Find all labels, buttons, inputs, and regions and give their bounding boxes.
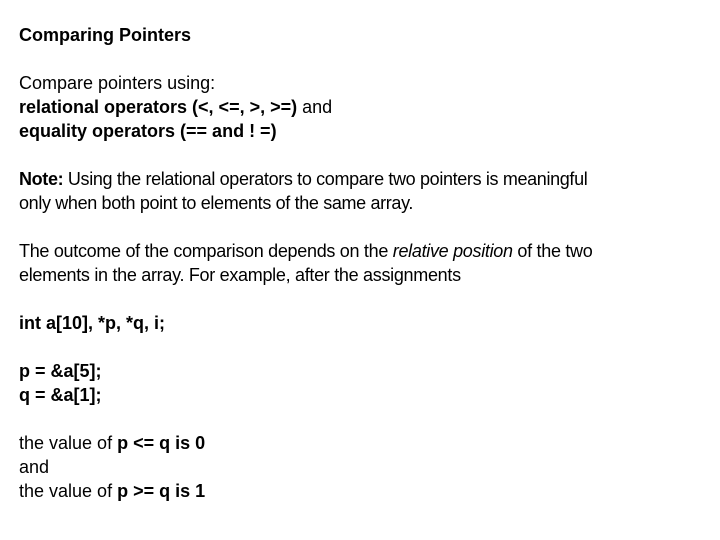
- note-label: Note:: [19, 169, 64, 189]
- note-block: Note: Using the relational operators to …: [19, 167, 709, 215]
- result-line-1: the value of p <= q is 0: [19, 431, 709, 455]
- code-assign-q: q = &a[1];: [19, 385, 102, 405]
- code-declaration-block: int a[10], *p, *q, i;: [19, 311, 709, 335]
- result-line-2: the value of p >= q is 1: [19, 479, 709, 503]
- relational-operators-line: relational operators (<, <=, >, >=) and: [19, 95, 709, 119]
- outcome-line-2: elements in the array. For example, afte…: [19, 265, 461, 285]
- note-text-1: Using the relational operators to compar…: [63, 169, 588, 189]
- slide-content: Comparing Pointers Compare pointers usin…: [19, 23, 709, 503]
- relational-suffix: and: [297, 97, 333, 117]
- note-line-2: only when both point to elements of the …: [19, 193, 414, 213]
- result-2-expression: p >= q is 1: [117, 481, 206, 501]
- outcome-emphasis: relative position: [392, 241, 513, 261]
- outcome-suffix: of the two: [512, 241, 593, 261]
- slide-title: Comparing Pointers: [19, 25, 192, 45]
- note-line-1: Note: Using the relational operators to …: [19, 167, 709, 191]
- equality-operators-label: equality operators (== and ! =): [19, 121, 277, 141]
- code-assign-p: p = &a[5];: [19, 361, 102, 381]
- outcome-prefix: The outcome of the comparison depends on…: [19, 241, 393, 261]
- code-declaration: int a[10], *p, *q, i;: [19, 313, 166, 333]
- intro-line: Compare pointers using:: [19, 73, 216, 93]
- equality-operators-line: equality operators (== and ! =): [19, 119, 709, 143]
- outcome-line-1: The outcome of the comparison depends on…: [19, 239, 709, 263]
- result-connector: and: [19, 457, 50, 477]
- code-assignments-block: p = &a[5]; q = &a[1];: [19, 359, 709, 407]
- outcome-block: The outcome of the comparison depends on…: [19, 239, 709, 287]
- result-1-expression: p <= q is 0: [117, 433, 206, 453]
- intro-block: Compare pointers using: relational opera…: [19, 71, 709, 143]
- results-block: the value of p <= q is 0 and the value o…: [19, 431, 709, 503]
- result-2-prefix: the value of: [19, 481, 118, 501]
- result-1-prefix: the value of: [19, 433, 118, 453]
- relational-operators-label: relational operators (<, <=, >, >=): [19, 97, 298, 117]
